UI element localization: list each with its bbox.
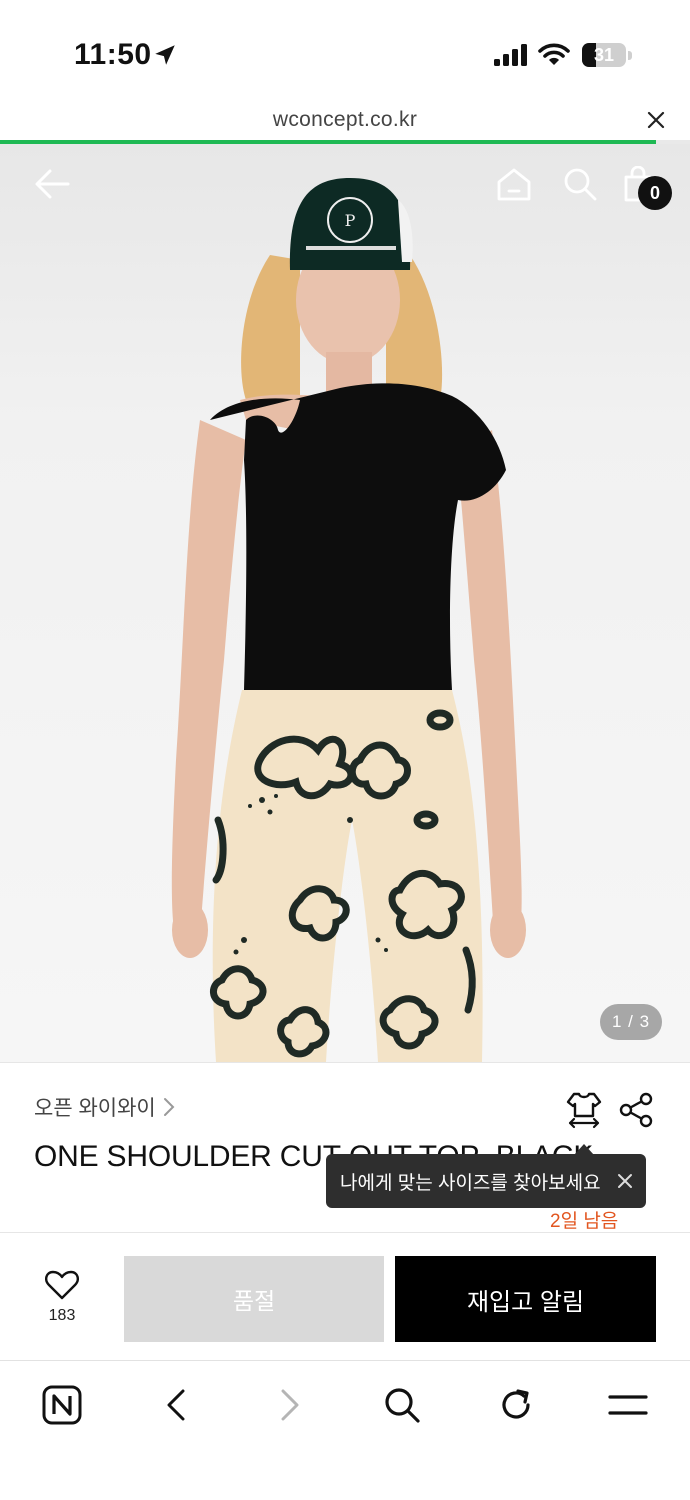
search-icon: [564, 168, 597, 201]
refresh-button[interactable]: [492, 1381, 540, 1429]
refresh-icon: [502, 1389, 530, 1419]
heart-icon: [45, 1270, 79, 1300]
location-arrow-icon: [155, 45, 175, 65]
browser-search-button[interactable]: [378, 1381, 426, 1429]
divider: [0, 1232, 690, 1233]
brand-link[interactable]: 오픈 와이와이: [34, 1092, 176, 1122]
cart-count-badge[interactable]: 0: [638, 176, 672, 210]
back-arrow-icon: [35, 169, 70, 199]
size-guide-icon[interactable]: [562, 1090, 606, 1130]
brand-name[interactable]: 오픈 와이와이: [34, 1092, 156, 1122]
menu-icon: [608, 1395, 648, 1415]
battery-percent: 31: [593, 45, 615, 65]
search-icon: [385, 1388, 420, 1423]
search-button[interactable]: [558, 162, 602, 206]
model-photo: P: [171, 178, 526, 1062]
battery-tip: [628, 51, 632, 60]
restock-alert-button[interactable]: 재입고 알림: [395, 1256, 656, 1342]
cellular-signal-icon: [494, 44, 527, 66]
menu-button[interactable]: [604, 1381, 652, 1429]
svg-text:P: P: [345, 211, 356, 230]
browser-toolbar: [0, 1360, 690, 1500]
naver-home-button[interactable]: [38, 1381, 86, 1429]
like-button[interactable]: 183: [34, 1270, 90, 1325]
wifi-icon: [538, 43, 570, 65]
back-button[interactable]: [30, 162, 74, 206]
share-icon[interactable]: [616, 1092, 656, 1128]
days-left-label: 2일 남음: [550, 1211, 619, 1232]
status-bar: 11:50 31: [0, 0, 690, 100]
url-bar[interactable]: wconcept.co.kr: [0, 100, 690, 140]
battery-indicator: 31: [582, 43, 626, 67]
like-count: 183: [48, 1307, 76, 1324]
size-tooltip: 나에게 맞는 사이즈를 찾아보세요: [326, 1154, 646, 1208]
chevron-right-icon: [281, 1389, 299, 1421]
url-text[interactable]: wconcept.co.kr: [0, 108, 690, 132]
image-page-indicator: 1 / 3: [600, 1004, 662, 1040]
close-icon[interactable]: [644, 108, 668, 132]
chevron-left-icon: [167, 1389, 185, 1421]
product-image[interactable]: P: [0, 144, 690, 1062]
naver-logo-icon: [42, 1385, 82, 1425]
tooltip-text: 나에게 맞는 사이즈를 찾아보세요: [340, 1172, 601, 1194]
close-icon[interactable]: [614, 1170, 636, 1192]
browser-back-button[interactable]: [152, 1381, 200, 1429]
divider: [0, 1062, 690, 1063]
browser-forward-button[interactable]: [266, 1381, 314, 1429]
home-button[interactable]: [492, 162, 536, 206]
status-time: 11:50: [74, 38, 152, 71]
home-icon: [497, 168, 531, 201]
soldout-button: 품절: [124, 1256, 384, 1342]
chevron-right-icon: [163, 1098, 175, 1116]
